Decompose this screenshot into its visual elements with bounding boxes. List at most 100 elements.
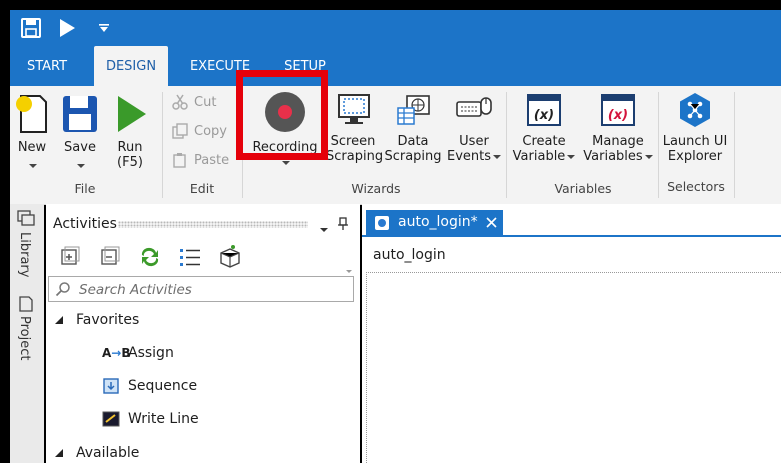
data-scraping-button[interactable]: Data Scraping	[384, 90, 442, 164]
paste-icon	[173, 153, 186, 168]
group-edit-label: Edit	[189, 181, 215, 196]
pin-icon[interactable]	[337, 217, 349, 231]
user-events-label-2: Events	[446, 149, 502, 164]
side-tab-library[interactable]: Library	[17, 232, 32, 277]
create-variable-button[interactable]: (x) Create Variable	[512, 90, 576, 164]
project-icon	[19, 296, 33, 312]
side-tab-project[interactable]: Project	[17, 316, 32, 360]
search-activities-placeholder: Search Activities	[79, 282, 192, 298]
new-file-icon	[16, 95, 47, 133]
library-icon	[17, 210, 35, 226]
assign-icon-arrow: →	[111, 346, 122, 360]
data-scraping-label-1: Data	[397, 134, 429, 149]
launch-ui-explorer-button[interactable]: Launch UI Explorer	[662, 90, 728, 164]
copy-label: Copy	[194, 123, 227, 139]
available-label: Available	[76, 445, 140, 461]
cut-button[interactable]: Cut	[172, 94, 216, 110]
new-caret-icon[interactable]	[29, 163, 37, 168]
ui-explorer-icon	[680, 93, 710, 127]
copy-button[interactable]: Copy	[172, 123, 227, 139]
separator	[506, 92, 507, 198]
write-line-icon	[102, 411, 120, 427]
collapse-triangle-icon[interactable]	[54, 448, 64, 458]
screen-scraping-icon	[338, 94, 370, 124]
recording-caret-icon[interactable]	[282, 160, 290, 165]
new-button[interactable]: New	[12, 92, 52, 170]
list-item[interactable]: Write Line	[102, 410, 199, 428]
screen-scraping-button[interactable]: Screen Scraping	[326, 90, 383, 164]
activities-panel	[46, 204, 360, 463]
launch-ui-explorer-label-1: Launch UI	[662, 134, 728, 149]
activities-header: Activities	[46, 210, 360, 240]
document-tab-underline	[362, 235, 781, 237]
scissors-icon	[172, 94, 188, 110]
separator	[162, 92, 163, 198]
save-button[interactable]: Save	[60, 92, 100, 170]
copy-icon	[172, 123, 188, 139]
keyboard-mouse-icon	[456, 97, 492, 117]
create-variable-label-1: Create	[522, 134, 566, 149]
customize-toolbar-icon[interactable]	[94, 10, 114, 46]
save-quick-icon[interactable]	[18, 10, 44, 46]
manage-variables-caret-icon[interactable]	[644, 154, 653, 159]
tab-start[interactable]: START	[10, 46, 84, 86]
run-shortcut: (F5)	[117, 155, 143, 170]
workflow-file-icon	[375, 216, 389, 230]
group-wizards-label: Wizards	[351, 181, 401, 196]
close-icon[interactable]	[486, 217, 497, 228]
user-events-button[interactable]: User Events	[446, 90, 502, 164]
manage-variables-icon: (x)	[601, 94, 635, 126]
assign-icon-letter-a: A	[102, 346, 112, 360]
save-label: Save	[64, 140, 96, 155]
paste-label: Paste	[194, 152, 230, 168]
panel-grip[interactable]	[118, 221, 308, 228]
group-selectors-label: Selectors	[667, 179, 725, 194]
manage-variables-button[interactable]: (x) Manage Variables	[580, 90, 656, 164]
expand-all-icon[interactable]	[58, 246, 80, 268]
paste-button[interactable]: Paste	[172, 152, 229, 168]
document-tab[interactable]: auto_login*	[366, 210, 503, 235]
favorites-label: Favorites	[76, 312, 140, 328]
create-variable-caret-icon[interactable]	[567, 154, 576, 159]
ribbon: New Save Run (F5) File Cut Copy Paste Ed…	[10, 86, 781, 205]
separator	[734, 92, 735, 198]
refresh-icon[interactable]	[138, 246, 162, 268]
new-label: New	[17, 140, 47, 155]
tree-node-favorites[interactable]: Favorites	[54, 312, 139, 328]
collapse-triangle-icon[interactable]	[54, 315, 64, 325]
sequence-icon	[103, 378, 119, 394]
list-view-icon[interactable]	[178, 246, 202, 268]
tab-design[interactable]: DESIGN	[94, 46, 168, 86]
panel-menu-caret-icon[interactable]	[318, 222, 328, 237]
run-quick-icon[interactable]	[54, 10, 80, 46]
workflow-canvas[interactable]	[366, 272, 781, 463]
user-events-caret-icon[interactable]	[493, 154, 501, 159]
run-button[interactable]: Run (F5)	[110, 92, 150, 170]
data-scraping-icon	[397, 95, 430, 125]
run-label: Run	[117, 140, 143, 155]
data-scraping-label-2: Scraping	[384, 149, 442, 164]
collapse-all-icon[interactable]	[98, 246, 120, 268]
svg-text:(x): (x)	[534, 108, 554, 123]
tree-node-available[interactable]: Available	[54, 445, 139, 461]
svg-text:(x): (x)	[608, 108, 628, 123]
list-item[interactable]: Sequence	[102, 377, 197, 395]
sequence-label: Sequence	[128, 378, 198, 394]
save-caret-icon[interactable]	[77, 163, 85, 168]
search-icon	[55, 282, 70, 297]
save-icon	[63, 96, 97, 132]
launch-ui-explorer-label-2: Explorer	[667, 149, 723, 164]
assign-label: Assign	[128, 345, 174, 361]
title-bar	[10, 10, 781, 46]
group-file-label: File	[74, 181, 96, 196]
package-icon[interactable]	[218, 244, 242, 268]
run-icon	[118, 96, 146, 132]
workflow-breadcrumb[interactable]: auto_login	[373, 247, 446, 263]
manage-variables-label-text: Variables	[583, 149, 643, 164]
search-activities-box[interactable]: Search Activities	[48, 276, 354, 302]
list-item[interactable]: A→B Assign	[102, 345, 174, 361]
ribbon-tabs: START DESIGN EXECUTE SETUP	[10, 46, 781, 86]
create-variable-label-text: Variable	[512, 149, 566, 164]
assign-icon: A→B	[102, 346, 131, 360]
create-variable-label-2: Variable	[512, 149, 576, 164]
